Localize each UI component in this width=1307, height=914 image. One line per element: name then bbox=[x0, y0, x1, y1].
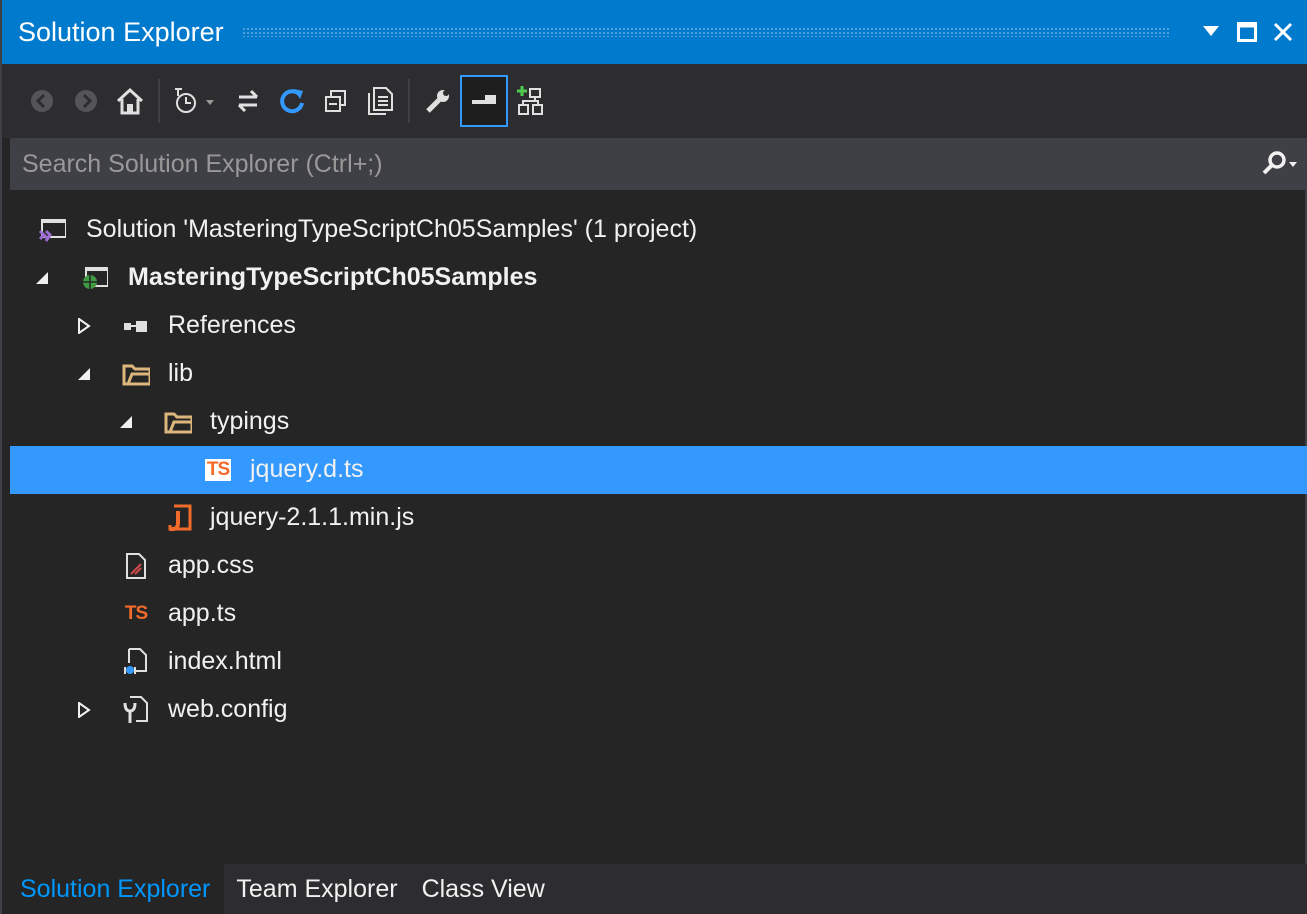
js-file-icon bbox=[164, 504, 192, 532]
config-file-icon bbox=[122, 696, 150, 724]
tree-item-label: lib bbox=[168, 359, 194, 387]
tree-item-web-config[interactable]: web.config bbox=[10, 686, 1307, 734]
tree-item-solution[interactable]: Solution 'MasteringTypeScriptCh05Samples… bbox=[10, 206, 1307, 254]
show-all-files-button[interactable] bbox=[358, 74, 402, 128]
tab-solution-explorer[interactable]: Solution Explorer bbox=[2, 864, 225, 914]
class-diagram-icon bbox=[517, 86, 543, 115]
collapse-all-button[interactable] bbox=[314, 74, 358, 128]
maximize-icon bbox=[1237, 22, 1257, 42]
expanded-arrow-icon[interactable] bbox=[74, 364, 94, 384]
home-icon bbox=[116, 87, 144, 115]
tree-item-label: References bbox=[168, 311, 296, 339]
search-options-button[interactable] bbox=[1249, 138, 1307, 190]
forward-button[interactable] bbox=[64, 74, 108, 128]
collapsed-arrow-icon[interactable] bbox=[74, 700, 94, 720]
solution-tree: Solution 'MasteringTypeScriptCh05Samples… bbox=[10, 206, 1307, 734]
pending-changes-filter-button[interactable] bbox=[166, 74, 226, 128]
tree-item-label: jquery.d.ts bbox=[250, 455, 364, 483]
chevron-down-icon bbox=[1203, 26, 1219, 36]
search-box bbox=[10, 138, 1307, 190]
title-bar[interactable]: Solution Explorer bbox=[2, 0, 1307, 64]
tree-item-label: index.html bbox=[168, 647, 282, 675]
ts-file-icon: TS bbox=[122, 600, 150, 628]
toolbar-separator bbox=[158, 79, 160, 123]
tree-item-label: app.css bbox=[168, 551, 255, 579]
window-position-dropdown[interactable] bbox=[1193, 12, 1229, 52]
properties-button[interactable] bbox=[416, 74, 460, 128]
class-diagram-button[interactable] bbox=[508, 74, 552, 128]
tree-item-label: app.ts bbox=[168, 599, 237, 627]
bottom-tab-strip: Solution Explorer Team Explorer Class Vi… bbox=[2, 864, 1307, 914]
tree-item-jquery-min-js[interactable]: jquery-2.1.1.min.js bbox=[10, 494, 1307, 542]
maximize-button[interactable] bbox=[1229, 12, 1265, 52]
ts-badge: TS bbox=[204, 459, 232, 481]
search-input[interactable] bbox=[10, 148, 1249, 180]
tree-item-references[interactable]: References bbox=[10, 302, 1307, 350]
collapse-all-icon bbox=[325, 90, 346, 112]
search-icon bbox=[1262, 151, 1297, 175]
close-button[interactable] bbox=[1265, 12, 1301, 52]
folder-open-icon bbox=[164, 408, 192, 436]
expanded-arrow-icon[interactable] bbox=[32, 268, 52, 288]
preview-selected-items-button[interactable] bbox=[460, 75, 508, 127]
tree-item-project[interactable]: MasteringTypeScriptCh05Samples bbox=[10, 254, 1307, 302]
folder-open-icon bbox=[122, 360, 150, 388]
html-file-icon bbox=[122, 648, 150, 676]
preview-icon bbox=[472, 95, 496, 104]
tree-item-label: Solution 'MasteringTypeScriptCh05Samples… bbox=[86, 215, 698, 243]
expanded-arrow-icon[interactable] bbox=[116, 412, 136, 432]
tree-item-label: web.config bbox=[168, 695, 288, 723]
close-icon bbox=[1273, 22, 1293, 42]
back-button[interactable] bbox=[20, 74, 64, 128]
tree-item-lib-folder[interactable]: lib bbox=[10, 350, 1307, 398]
ts-badge: TS bbox=[124, 603, 148, 624]
tree-item-app-ts[interactable]: TS app.ts bbox=[10, 590, 1307, 638]
title-drag-grip[interactable] bbox=[241, 27, 1171, 37]
show-all-files-icon bbox=[368, 87, 393, 115]
tree-item-typings-folder[interactable]: typings bbox=[10, 398, 1307, 446]
back-arrow-icon bbox=[31, 90, 53, 112]
window-title: Solution Explorer bbox=[18, 16, 224, 47]
ts-file-icon: TS bbox=[204, 456, 232, 484]
solution-explorer-window: Solution Explorer Search Solution Explor… bbox=[0, 0, 1307, 914]
tab-team-explorer[interactable]: Team Explorer bbox=[224, 864, 409, 914]
collapsed-arrow-icon[interactable] bbox=[74, 316, 94, 336]
toolbar bbox=[2, 64, 1307, 138]
tree-item-index-html[interactable]: index.html bbox=[10, 638, 1307, 686]
tree-item-label: MasteringTypeScriptCh05Samples bbox=[128, 263, 538, 291]
tab-class-view[interactable]: Class View bbox=[410, 864, 557, 914]
references-icon bbox=[122, 312, 150, 340]
tree-item-jquery-d-ts[interactable]: TS jquery.d.ts bbox=[10, 446, 1307, 494]
sync-button[interactable] bbox=[226, 74, 270, 128]
sync-icon bbox=[237, 89, 259, 113]
web-project-icon bbox=[80, 264, 108, 292]
refresh-icon bbox=[280, 89, 304, 114]
tree-item-label: jquery-2.1.1.min.js bbox=[210, 503, 415, 531]
forward-arrow-icon bbox=[75, 90, 97, 112]
tree-item-label: typings bbox=[210, 407, 290, 435]
wrench-icon bbox=[426, 90, 449, 113]
solution-icon bbox=[38, 216, 66, 244]
refresh-button[interactable] bbox=[270, 74, 314, 128]
tree-item-app-css[interactable]: app.css bbox=[10, 542, 1307, 590]
css-file-icon bbox=[122, 552, 150, 580]
clock-filter-icon bbox=[175, 88, 214, 113]
home-button[interactable] bbox=[108, 74, 152, 128]
toolbar-separator bbox=[408, 79, 410, 123]
